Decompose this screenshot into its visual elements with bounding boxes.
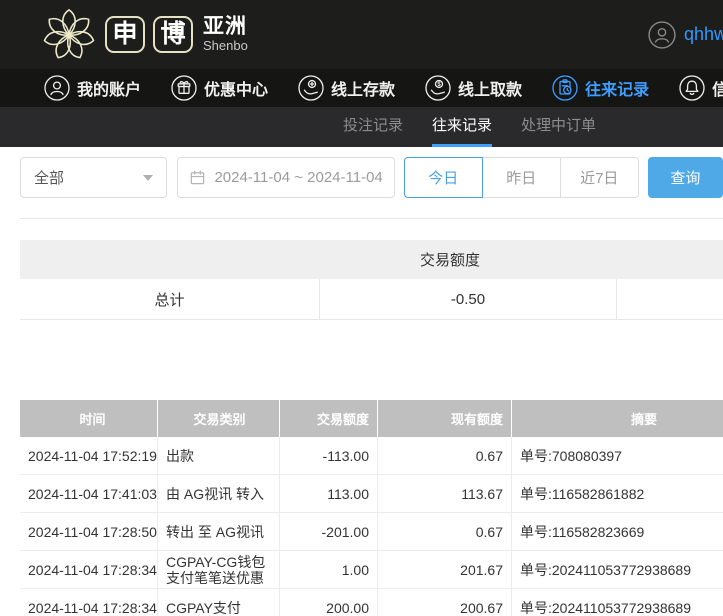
category-select[interactable]: 全部 xyxy=(20,157,167,198)
nav-label: 线上取款 xyxy=(458,76,522,100)
logo-char-box: 博 xyxy=(153,16,193,53)
flower-logo-icon xyxy=(40,6,98,64)
today-button[interactable]: 今日 xyxy=(404,157,483,198)
summary-empty-cell xyxy=(617,279,723,319)
cell-type: 转出 至 AG视讯 xyxy=(158,513,280,550)
brand-logo: 申 博 亚洲 Shenbo xyxy=(40,6,248,64)
logo-region-cn: 亚洲 xyxy=(203,16,248,38)
logo-region: 亚洲 Shenbo xyxy=(203,16,248,53)
cell-time: 2024-11-04 17:28:34 xyxy=(20,551,158,588)
header-time: 时间 xyxy=(20,400,158,437)
records-clipboard-clock-icon xyxy=(552,75,578,101)
header-balance: 现有额度 xyxy=(378,400,512,437)
nav-item-transaction-records[interactable]: 往来记录 xyxy=(552,75,649,101)
nav-label: 往来记录 xyxy=(585,76,649,100)
tab-transaction-records[interactable]: 往来记录 xyxy=(432,107,492,147)
cell-time: 2024-11-04 17:28:34 xyxy=(20,589,158,616)
nav-item-withdraw[interactable]: $ 线上取款 xyxy=(425,75,522,101)
cell-time: 2024-11-04 17:52:19 xyxy=(20,437,158,474)
cell-amount: 200.00 xyxy=(280,589,378,616)
table-row: 2024-11-04 17:28:34 CGPAY-CG钱包支付笔笔送优惠 1.… xyxy=(20,551,723,589)
cell-amount: -201.00 xyxy=(280,513,378,550)
records-table-header: 时间 交易类别 交易额度 现有额度 摘要 xyxy=(20,400,723,437)
main-navigation: 我的账户 优惠中心 线上存款 xyxy=(0,69,723,107)
chevron-down-icon xyxy=(143,175,153,181)
tab-betting-records[interactable]: 投注记录 xyxy=(343,107,403,147)
cell-balance: 0.67 xyxy=(378,513,512,550)
nav-item-deposit[interactable]: 线上存款 xyxy=(298,75,395,101)
logo-char-2: 博 xyxy=(160,20,185,48)
logo-char-box: 申 xyxy=(105,16,145,53)
tab-processing-orders[interactable]: 处理中订单 xyxy=(521,107,596,147)
calendar-icon xyxy=(189,169,206,186)
nav-item-my-account[interactable]: 我的账户 xyxy=(44,75,141,101)
table-row: 2024-11-04 17:41:03 由 AG视讯 转入 113.00 113… xyxy=(20,475,723,513)
nav-item-promotions[interactable]: 优惠中心 xyxy=(171,75,268,101)
top-header: 申 博 亚洲 Shenbo qhhw xyxy=(0,0,723,69)
header-summary: 摘要 xyxy=(512,400,723,437)
cell-type: 出款 xyxy=(158,437,280,474)
nav-label: 我的账户 xyxy=(77,76,141,100)
header-amount: 交易额度 xyxy=(280,400,378,437)
date-range-value: 2024-11-04 ~ 2024-11-04 xyxy=(214,169,382,186)
cell-type: 由 AG视讯 转入 xyxy=(158,475,280,512)
section-divider xyxy=(20,218,723,219)
summary-total-amount: -0.50 xyxy=(320,279,617,319)
record-tabs: 投注记录 往来记录 处理中订单 xyxy=(0,107,723,147)
nav-item-messages[interactable]: 信 xyxy=(679,75,723,101)
avatar-icon xyxy=(648,21,676,49)
table-row: 2024-11-04 17:52:19 出款 -113.00 0.67 单号:7… xyxy=(20,437,723,475)
cell-summary: 单号:116582861882 xyxy=(512,475,723,512)
bell-icon xyxy=(679,75,705,101)
cell-amount: -113.00 xyxy=(280,437,378,474)
cell-summary: 单号:708080397 xyxy=(512,437,723,474)
withdraw-hand-coin-icon: $ xyxy=(425,75,451,101)
cell-summary: 单号:116582823669 xyxy=(512,513,723,550)
deposit-hand-coin-icon xyxy=(298,75,324,101)
logo-region-en: Shenbo xyxy=(203,38,248,53)
user-circle-icon xyxy=(44,75,70,101)
records-table: 时间 交易类别 交易额度 现有额度 摘要 2024-11-04 17:52:19… xyxy=(20,400,723,616)
summary-total-label: 总计 xyxy=(20,279,320,319)
cell-balance: 0.67 xyxy=(378,437,512,474)
summary-row: 总计 -0.50 xyxy=(20,279,723,320)
gift-icon xyxy=(171,75,197,101)
table-row: 2024-11-04 17:28:34 CGPAY支付 200.00 200.6… xyxy=(20,589,723,616)
query-button[interactable]: 查询 xyxy=(648,157,723,198)
category-select-value: 全部 xyxy=(34,167,64,188)
username-text[interactable]: qhhw xyxy=(684,24,723,45)
yesterday-button[interactable]: 昨日 xyxy=(482,157,561,198)
filter-bar: 全部 2024-11-04 ~ 2024-11-04 今日 昨日 近7日 查询 xyxy=(20,157,723,198)
cell-time: 2024-11-04 17:41:03 xyxy=(20,475,158,512)
quick-date-group: 今日 昨日 近7日 xyxy=(404,157,639,198)
cell-summary: 单号:202411053772938689 xyxy=(512,551,723,588)
cell-summary: 单号:202411053772938689 xyxy=(512,589,723,616)
nav-label: 信 xyxy=(712,76,723,100)
user-account-link[interactable]: qhhw xyxy=(648,0,723,69)
header-type: 交易类别 xyxy=(158,400,280,437)
logo-char-1: 申 xyxy=(112,20,137,48)
date-range-input[interactable]: 2024-11-04 ~ 2024-11-04 xyxy=(177,157,394,198)
nav-label: 线上存款 xyxy=(331,76,395,100)
table-row: 2024-11-04 17:28:50 转出 至 AG视讯 -201.00 0.… xyxy=(20,513,723,551)
last-7-days-button[interactable]: 近7日 xyxy=(560,157,639,198)
nav-label: 优惠中心 xyxy=(204,76,268,100)
cell-type: CGPAY-CG钱包支付笔笔送优惠 xyxy=(158,551,280,588)
cell-balance: 113.67 xyxy=(378,475,512,512)
cell-amount: 113.00 xyxy=(280,475,378,512)
cell-balance: 200.67 xyxy=(378,589,512,616)
summary-header: 交易额度 xyxy=(20,240,723,279)
cell-amount: 1.00 xyxy=(280,551,378,588)
cell-type: CGPAY支付 xyxy=(158,589,280,616)
summary-table: 交易额度 总计 -0.50 xyxy=(20,240,723,320)
cell-balance: 201.67 xyxy=(378,551,512,588)
cell-time: 2024-11-04 17:28:50 xyxy=(20,513,158,550)
